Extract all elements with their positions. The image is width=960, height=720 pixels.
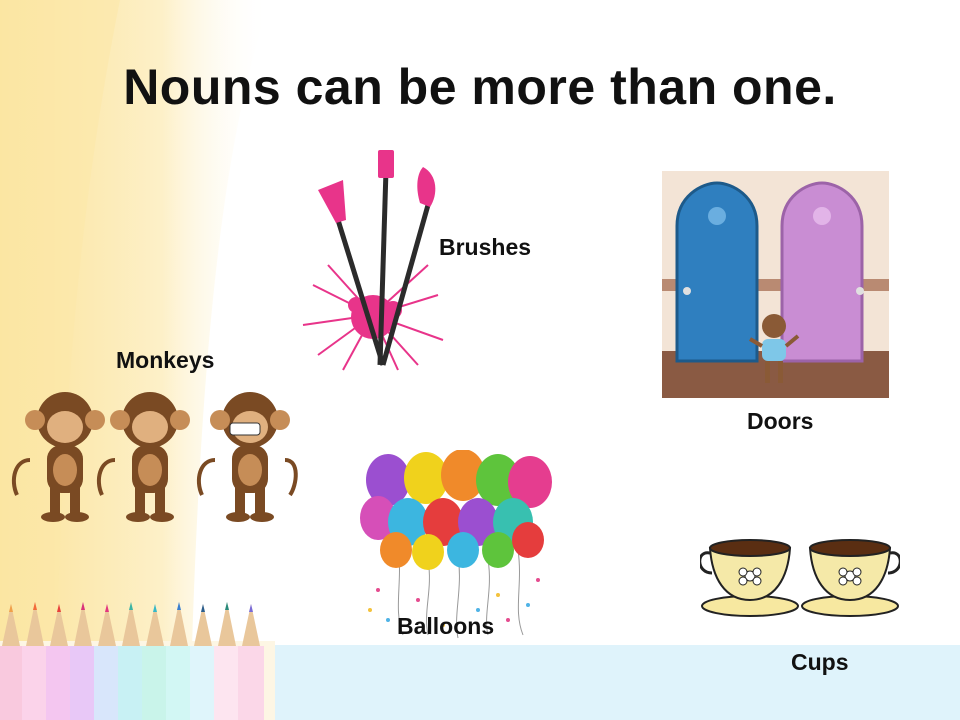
label-doors: Doors [747,408,814,434]
balloons-illustration [360,450,552,639]
label-brushes: Brushes [439,234,532,260]
label-cups: Cups [791,649,849,675]
slide-title: Nouns can be more than one. [123,59,837,115]
slide: Nouns can be more than one. Brushes Door… [0,0,960,720]
brushes-illustration [302,150,444,371]
monkeys-illustration [11,390,298,524]
label-balloons: Balloons [397,613,495,639]
pencils-illustration [0,602,275,720]
cups-illustration [700,539,900,617]
doors-illustration [662,171,889,398]
label-monkeys: Monkeys [116,347,215,373]
